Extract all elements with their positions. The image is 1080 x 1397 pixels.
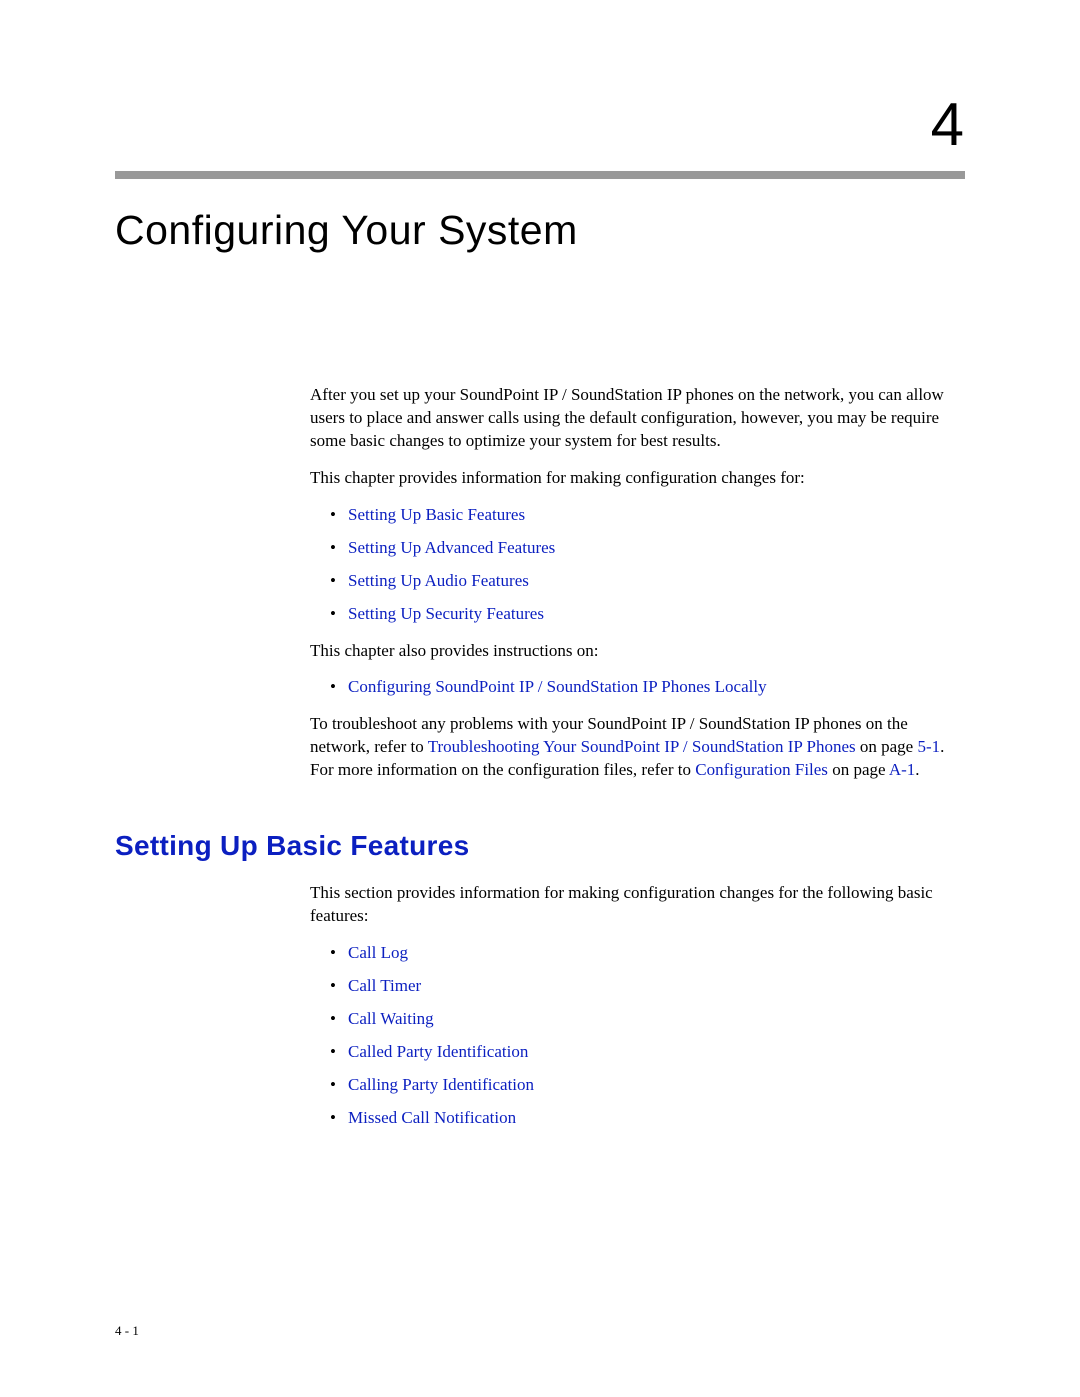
page-number-footer: 4 - 1: [115, 1323, 139, 1339]
link-setting-up-advanced-features[interactable]: Setting Up Advanced Features: [348, 538, 555, 557]
list-item: Call Timer: [330, 975, 965, 998]
chapter-title: Configuring Your System: [115, 207, 965, 254]
link-calling-party-identification[interactable]: Calling Party Identification: [348, 1075, 534, 1094]
intro-paragraph-4: To troubleshoot any problems with your S…: [310, 713, 965, 782]
list-item: Called Party Identification: [330, 1041, 965, 1064]
intro-link-list-2: Configuring SoundPoint IP / SoundStation…: [310, 676, 965, 699]
link-called-party-identification[interactable]: Called Party Identification: [348, 1042, 528, 1061]
list-item: Setting Up Basic Features: [330, 504, 965, 527]
link-missed-call-notification[interactable]: Missed Call Notification: [348, 1108, 516, 1127]
text-segment: on page: [828, 760, 889, 779]
intro-paragraph-3: This chapter also provides instructions …: [310, 640, 965, 663]
link-call-log[interactable]: Call Log: [348, 943, 408, 962]
intro-link-list-1: Setting Up Basic Features Setting Up Adv…: [310, 504, 965, 626]
list-item: Call Waiting: [330, 1008, 965, 1031]
chapter-divider: [115, 171, 965, 179]
section1-block: This section provides information for ma…: [310, 882, 965, 1130]
text-segment: on page: [856, 737, 918, 756]
document-page: 4 Configuring Your System After you set …: [0, 0, 1080, 1204]
link-call-waiting[interactable]: Call Waiting: [348, 1009, 434, 1028]
list-item: Configuring SoundPoint IP / SoundStation…: [330, 676, 965, 699]
section1-paragraph-1: This section provides information for ma…: [310, 882, 965, 928]
text-segment: .: [915, 760, 919, 779]
list-item: Calling Party Identification: [330, 1074, 965, 1097]
intro-block: After you set up your SoundPoint IP / So…: [310, 384, 965, 782]
list-item: Setting Up Security Features: [330, 603, 965, 626]
section1-link-list: Call Log Call Timer Call Waiting Called …: [310, 942, 965, 1130]
chapter-number: 4: [115, 90, 965, 159]
list-item: Missed Call Notification: [330, 1107, 965, 1130]
list-item: Call Log: [330, 942, 965, 965]
intro-paragraph-2: This chapter provides information for ma…: [310, 467, 965, 490]
list-item: Setting Up Advanced Features: [330, 537, 965, 560]
link-page-5-1[interactable]: 5-1: [917, 737, 940, 756]
list-item: Setting Up Audio Features: [330, 570, 965, 593]
link-troubleshooting[interactable]: Troubleshooting Your SoundPoint IP / Sou…: [428, 737, 856, 756]
link-configuring-phones-locally[interactable]: Configuring SoundPoint IP / SoundStation…: [348, 677, 767, 696]
link-page-a-1[interactable]: A-1: [889, 760, 915, 779]
link-setting-up-basic-features[interactable]: Setting Up Basic Features: [348, 505, 525, 524]
intro-paragraph-1: After you set up your SoundPoint IP / So…: [310, 384, 965, 453]
link-call-timer[interactable]: Call Timer: [348, 976, 421, 995]
link-configuration-files[interactable]: Configuration Files: [695, 760, 828, 779]
link-setting-up-audio-features[interactable]: Setting Up Audio Features: [348, 571, 529, 590]
section-title-basic-features: Setting Up Basic Features: [115, 830, 965, 862]
link-setting-up-security-features[interactable]: Setting Up Security Features: [348, 604, 544, 623]
